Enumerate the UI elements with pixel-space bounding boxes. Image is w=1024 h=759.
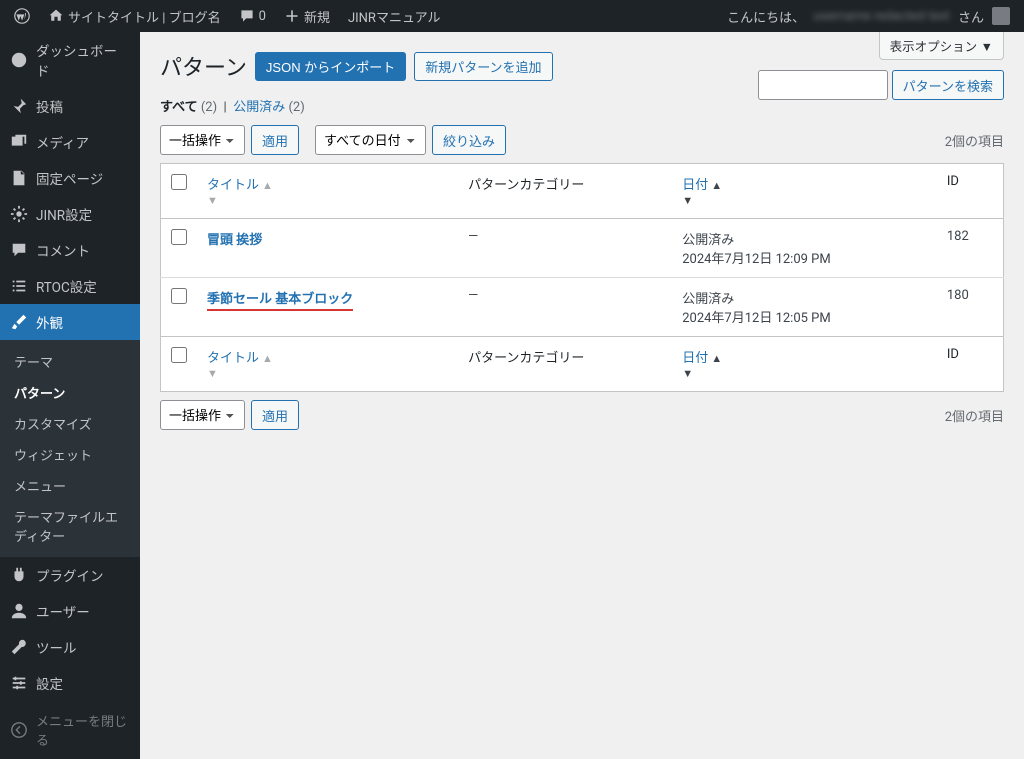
- submenu-customize[interactable]: カスタマイズ: [0, 408, 140, 439]
- collapse-icon: [10, 721, 28, 739]
- col-id: ID: [937, 164, 1004, 219]
- comments-link[interactable]: 0: [233, 8, 272, 24]
- sidebar-item-rtoc[interactable]: RTOC設定: [0, 268, 140, 304]
- plus-icon: [284, 8, 300, 24]
- sidebar-item-settings[interactable]: 設定: [0, 665, 140, 701]
- wrench-icon: [10, 638, 28, 656]
- comments-count: 0: [259, 9, 266, 24]
- apply-button[interactable]: 適用: [251, 125, 299, 155]
- filter-published[interactable]: 公開済み: [233, 100, 285, 115]
- sidebar-item-posts[interactable]: 投稿: [0, 88, 140, 124]
- col-title[interactable]: タイトル▲▼: [197, 337, 458, 392]
- gear-icon: [10, 205, 28, 223]
- submenu-menus[interactable]: メニュー: [0, 470, 140, 501]
- sidebar-item-tools[interactable]: ツール: [0, 629, 140, 665]
- sliders-icon: [10, 674, 28, 692]
- table-row: 季節セール 基本ブロック — 公開済み2024年7月12日 12:05 PM 1…: [161, 278, 1004, 337]
- items-count-top: 2個の項目: [945, 131, 1004, 150]
- submenu-themes[interactable]: テーマ: [0, 346, 140, 377]
- site-title-text: サイトタイトル | ブログ名: [68, 7, 221, 26]
- pin-icon: [10, 97, 28, 115]
- search-button[interactable]: パターンを検索: [892, 70, 1004, 100]
- sidebar-item-comments[interactable]: コメント: [0, 232, 140, 268]
- submenu-patterns[interactable]: パターン: [0, 377, 140, 408]
- collapse-menu[interactable]: メニューを閉じる: [0, 701, 140, 759]
- media-icon: [10, 133, 28, 151]
- row-category: —: [458, 278, 672, 337]
- col-category: パターンカテゴリー: [458, 164, 672, 219]
- sidebar-item-pages[interactable]: 固定ページ: [0, 160, 140, 196]
- admin-toolbar: サイトタイトル | ブログ名 0 新規 JINRマニュアル こんにちは、user…: [0, 0, 1024, 32]
- plugin-icon: [10, 566, 28, 584]
- new-link[interactable]: 新規: [278, 7, 336, 26]
- items-count-bottom: 2個の項目: [945, 406, 1004, 425]
- sidebar-item-users[interactable]: ユーザー: [0, 593, 140, 629]
- new-text: 新規: [304, 7, 330, 26]
- sidebar-item-media[interactable]: メディア: [0, 124, 140, 160]
- sidebar-item-appearance[interactable]: 外観: [0, 304, 140, 340]
- screen-options-button[interactable]: 表示オプション ▼: [879, 32, 1004, 60]
- appearance-submenu: テーマ パターン カスタマイズ ウィジェット メニュー テーマファイルエディター: [0, 340, 140, 557]
- patterns-table: タイトル▲▼ パターンカテゴリー 日付▲▼ ID 冒頭 挨拶 — 公開済み202…: [160, 163, 1004, 392]
- row-id: 182: [937, 219, 1004, 278]
- col-date[interactable]: 日付▲▼: [672, 337, 937, 392]
- apply-button-bottom[interactable]: 適用: [251, 400, 299, 430]
- sidebar-item-jinr[interactable]: JINR設定: [0, 196, 140, 232]
- date-filter-select[interactable]: すべての日付: [315, 125, 426, 155]
- wp-logo[interactable]: [8, 8, 36, 24]
- wordpress-icon: [14, 8, 30, 24]
- filter-button[interactable]: 絞り込み: [432, 125, 506, 155]
- main-content: 表示オプション ▼ パターン JSON からインポート 新規パターンを追加 パタ…: [140, 32, 1024, 759]
- admin-sidebar: ダッシュボード 投稿 メディア 固定ページ JINR設定 コメント RTOC設定…: [0, 32, 140, 759]
- page-title: パターン: [160, 50, 247, 82]
- col-id: ID: [937, 337, 1004, 392]
- table-row: 冒頭 挨拶 — 公開済み2024年7月12日 12:09 PM 182: [161, 219, 1004, 278]
- bulk-action-select[interactable]: 一括操作: [160, 125, 245, 155]
- sidebar-item-dashboard[interactable]: ダッシュボード: [0, 32, 140, 88]
- list-icon: [10, 277, 28, 295]
- col-title[interactable]: タイトル▲▼: [197, 164, 458, 219]
- col-category: パターンカテゴリー: [458, 337, 672, 392]
- submenu-widgets[interactable]: ウィジェット: [0, 439, 140, 470]
- row-category: —: [458, 219, 672, 278]
- page-icon: [10, 169, 28, 187]
- row-title-link[interactable]: 冒頭 挨拶: [207, 233, 262, 248]
- row-checkbox[interactable]: [171, 288, 187, 304]
- avatar: [992, 7, 1010, 25]
- comment-icon: [10, 241, 28, 259]
- greeting[interactable]: こんにちは、username redacted textさん: [721, 7, 1016, 26]
- row-id: 180: [937, 278, 1004, 337]
- row-checkbox[interactable]: [171, 229, 187, 245]
- row-date: 公開済み2024年7月12日 12:09 PM: [672, 219, 937, 278]
- add-pattern-button[interactable]: 新規パターンを追加: [414, 52, 552, 81]
- search-input[interactable]: [758, 70, 888, 100]
- home-icon: [48, 8, 64, 24]
- row-date: 公開済み2024年7月12日 12:05 PM: [672, 278, 937, 337]
- brush-icon: [10, 313, 28, 331]
- import-json-button[interactable]: JSON からインポート: [255, 52, 406, 81]
- col-date[interactable]: 日付▲▼: [672, 164, 937, 219]
- bulk-action-select-bottom[interactable]: 一括操作: [160, 400, 245, 430]
- user-icon: [10, 602, 28, 620]
- dashboard-icon: [10, 51, 28, 69]
- submenu-theme-editor[interactable]: テーマファイルエディター: [0, 501, 140, 551]
- comment-icon: [239, 8, 255, 24]
- select-all-checkbox[interactable]: [171, 174, 187, 190]
- sidebar-item-plugins[interactable]: プラグイン: [0, 557, 140, 593]
- row-title-link[interactable]: 季節セール 基本ブロック: [207, 292, 353, 311]
- site-link[interactable]: サイトタイトル | ブログ名: [42, 7, 227, 26]
- filter-all[interactable]: すべて (2): [160, 100, 217, 115]
- select-all-checkbox-bottom[interactable]: [171, 347, 187, 363]
- manual-link[interactable]: JINRマニュアル: [342, 7, 447, 26]
